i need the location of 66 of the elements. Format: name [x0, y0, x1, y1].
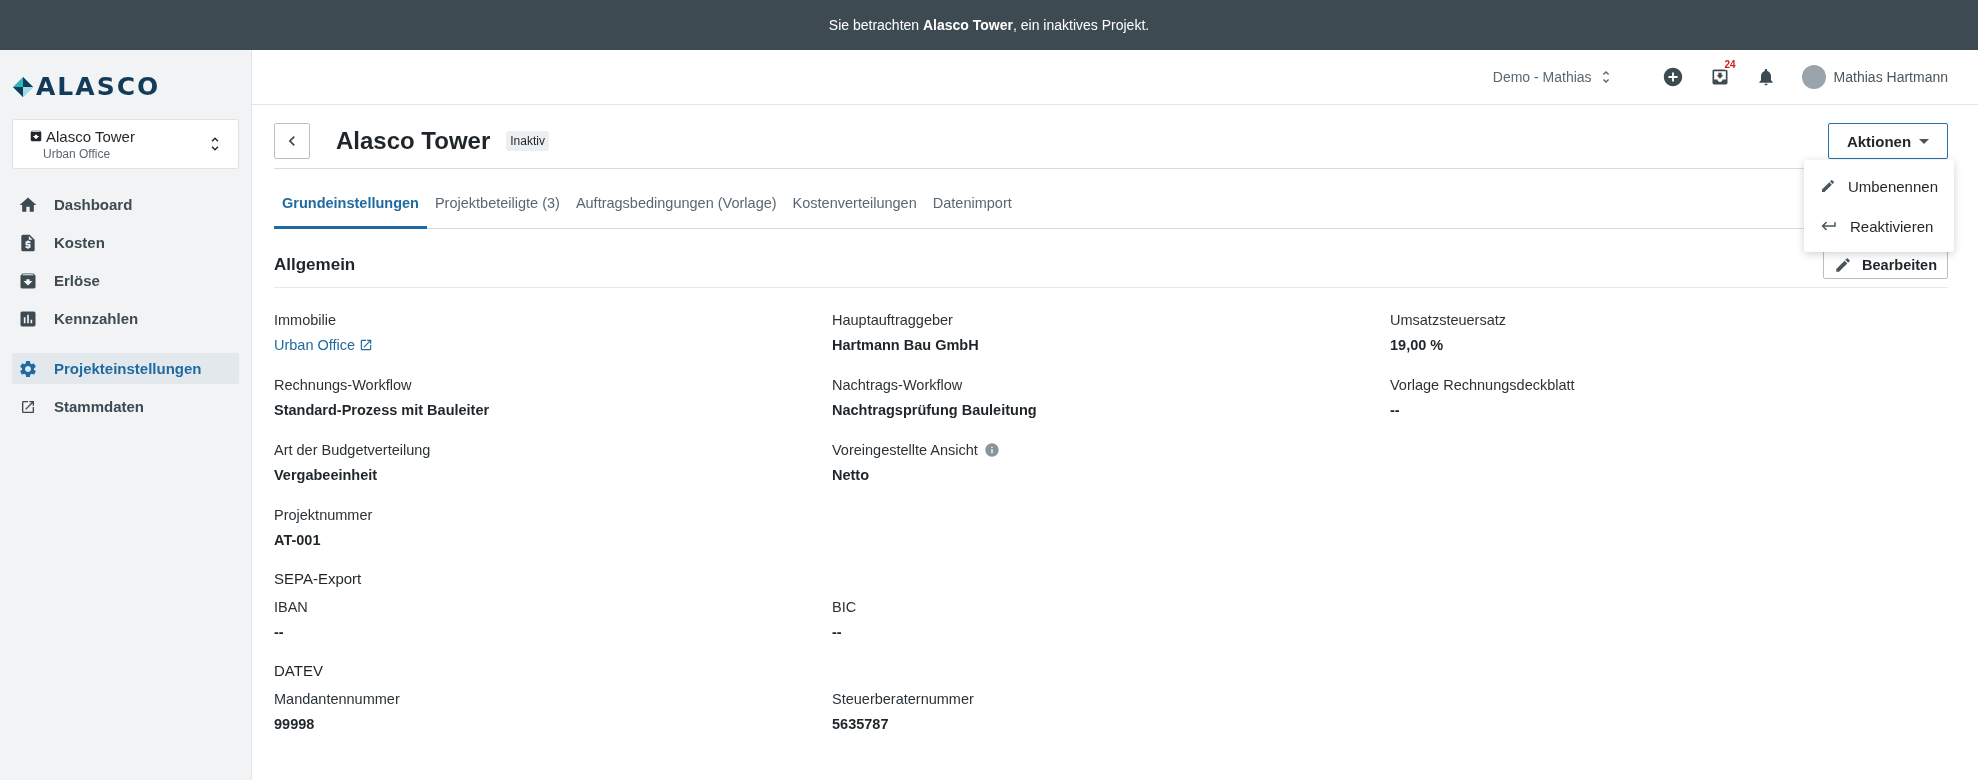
- edit-button[interactable]: Bearbeiten: [1823, 251, 1948, 279]
- project-subtitle: Urban Office: [42, 146, 112, 161]
- receipt-icon: [18, 232, 38, 253]
- field-value: Nachtragsprüfung Bauleitung: [832, 402, 1038, 418]
- info-icon[interactable]: [983, 442, 1000, 458]
- page-title: Alasco Tower: [336, 127, 491, 155]
- nav-item[interactable]: Projekteinstellungen: [12, 353, 239, 384]
- field-value: 5635787: [832, 716, 890, 732]
- tab[interactable]: Auftragsbedingungen (Vorlage): [567, 183, 785, 229]
- pencil-icon: [1820, 177, 1836, 195]
- settings-icon: [18, 358, 38, 379]
- workspace-selector[interactable]: Demo - Mathias: [1492, 69, 1614, 85]
- archive-icon: [29, 129, 43, 143]
- logo-text: ALASCO: [36, 72, 161, 101]
- nav-item[interactable]: Dashboard: [12, 189, 239, 220]
- user-menu[interactable]: Mathias Hartmann: [1801, 65, 1948, 89]
- field-label: Vorlage Rechnungsdeckblatt: [1390, 377, 1576, 393]
- field-label: Projektnummer: [274, 507, 374, 523]
- field-label: Steuerberaternummer: [832, 691, 975, 707]
- logo-icon: [12, 75, 34, 98]
- section-title: Allgemein: [274, 255, 356, 275]
- project-name: Alasco Tower: [46, 127, 135, 145]
- field-value: Netto: [832, 467, 871, 483]
- pencil-icon: [1834, 256, 1853, 274]
- field-value: 19,00 %: [1390, 337, 1445, 353]
- nav-item[interactable]: Kennzahlen: [12, 303, 239, 334]
- nav-item[interactable]: Erlöse: [12, 265, 239, 296]
- external-link-icon: [359, 338, 374, 352]
- field-value: AT-001: [274, 532, 322, 548]
- tab[interactable]: Projektbeteiligte (3): [426, 183, 568, 229]
- status-tag: Inaktiv: [506, 131, 549, 151]
- property-link[interactable]: Urban Office: [274, 337, 374, 353]
- field-label: IBAN: [274, 599, 309, 615]
- field-value: Vergabeeinheit: [274, 467, 379, 483]
- notification-count: 24: [1722, 59, 1738, 70]
- banner-text: Sie betrachten Alasco Tower, ein inaktives Projekt.: [828, 17, 1150, 33]
- field-value: --: [1390, 402, 1401, 418]
- field-value: Hartmann Bau GmbH: [832, 337, 980, 353]
- field-value: Standard-Prozess mit Bauleiter: [274, 402, 491, 418]
- menu-item[interactable]: Reaktivieren: [1804, 206, 1954, 246]
- field-label: Immobilie: [274, 312, 338, 328]
- field-label: Voreingestellte Ansicht: [832, 442, 978, 458]
- nav-item[interactable]: Kosten: [12, 227, 239, 258]
- group-heading: SEPA-Export: [274, 570, 363, 587]
- tab[interactable]: Datenimport: [924, 183, 1020, 229]
- field-label: Art der Budgetverteilung: [274, 442, 432, 458]
- field-label: BIC: [832, 599, 858, 615]
- tab[interactable]: Grundeinstellungen: [274, 183, 427, 229]
- project-selector[interactable]: Alasco Tower Urban Office: [12, 119, 239, 169]
- add-icon[interactable]: [1661, 66, 1684, 88]
- field-label: Rechnungs-Workflow: [274, 377, 413, 393]
- field-value: --: [832, 624, 843, 640]
- field-value: 99998: [274, 716, 316, 732]
- field-value: --: [274, 624, 285, 640]
- field-label: Umsatzsteuersatz: [1390, 312, 1508, 328]
- field-label: Nachtrags-Workflow: [832, 377, 964, 393]
- avatar: [1801, 65, 1826, 89]
- field-label: Mandantennummer: [274, 691, 401, 707]
- external-link-icon: [20, 398, 36, 415]
- tab[interactable]: Kostenverteilungen: [784, 183, 925, 229]
- group-heading: DATEV: [274, 662, 324, 679]
- field-label: Hauptauftraggeber: [832, 312, 954, 328]
- caret-icon: [1919, 138, 1930, 144]
- menu-item[interactable]: Umbenennen: [1804, 166, 1954, 206]
- actions-button[interactable]: Aktionen: [1828, 123, 1948, 159]
- nav-item[interactable]: Stammdaten: [12, 391, 239, 422]
